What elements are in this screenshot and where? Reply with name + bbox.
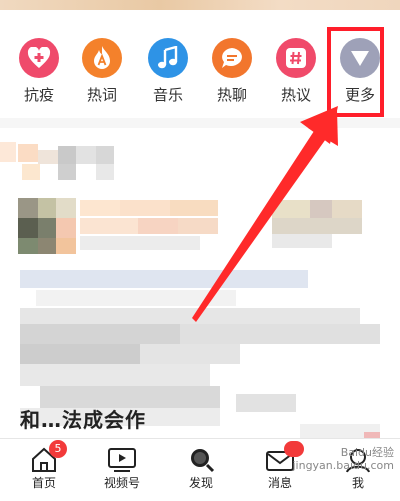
mosaic-block — [138, 218, 178, 234]
mosaic-block — [170, 200, 218, 216]
tab-label: 发现 — [188, 476, 213, 490]
mosaic-block — [332, 200, 362, 218]
hashtag-icon — [276, 38, 316, 78]
mosaic-block — [80, 218, 138, 234]
music-note-icon — [148, 38, 188, 78]
quick-entry-label: 抗疫 — [23, 86, 54, 104]
tab-discover[interactable]: 发现 — [171, 443, 231, 490]
unread-badge: 5 — [49, 440, 67, 458]
mosaic-block — [96, 146, 114, 164]
mosaic-block — [22, 164, 40, 180]
watermark-line-2: jingyan.baidu.com — [292, 459, 394, 472]
mosaic-block — [18, 238, 38, 254]
mosaic-block — [58, 164, 76, 180]
quick-entry-hotwords[interactable]: 热词 — [74, 38, 130, 104]
top-banner[interactable] — [0, 0, 400, 10]
discover-icon — [171, 443, 231, 473]
highlight-box — [327, 27, 384, 117]
quick-entry-label: 热聊 — [216, 86, 247, 104]
quick-entry-hotdebate[interactable]: 热议 — [268, 38, 324, 104]
tab-label: 视频号 — [103, 476, 140, 490]
quick-entry-antiepidemic[interactable]: 抗疫 — [11, 38, 67, 104]
mosaic-block — [38, 150, 58, 164]
chat-bubble-icon — [212, 38, 252, 78]
mosaic-block — [56, 238, 76, 254]
mosaic-block — [18, 198, 38, 218]
mosaic-block — [272, 218, 362, 234]
quick-entry-music[interactable]: 音乐 — [140, 38, 196, 104]
quick-entry-label: 音乐 — [152, 86, 183, 104]
section-divider — [0, 118, 400, 128]
mosaic-block — [80, 236, 200, 250]
mosaic-block — [38, 198, 56, 218]
tab-label: 我 — [351, 476, 364, 490]
mosaic-block — [20, 344, 140, 364]
mosaic-block — [56, 198, 76, 218]
quick-entry-hotchat[interactable]: 热聊 — [204, 38, 260, 104]
mosaic-block — [272, 234, 332, 248]
tab-video[interactable]: 视频号 — [92, 443, 152, 490]
mosaic-block — [38, 218, 56, 238]
feed-partial-text: 和…法成会作 — [20, 408, 146, 432]
quick-entry-label: 热议 — [280, 86, 311, 104]
mosaic-block — [56, 218, 76, 238]
tab-label: 消息 — [267, 476, 292, 490]
mosaic-block — [58, 146, 76, 164]
mosaic-block — [76, 146, 96, 164]
watermark-line-1: Baidu经验 — [340, 446, 394, 459]
blurred-feed[interactable] — [0, 128, 400, 438]
mosaic-block — [80, 200, 120, 216]
mosaic-block — [180, 324, 380, 344]
mosaic-block — [140, 344, 240, 364]
mosaic-block — [0, 142, 16, 162]
mosaic-block — [120, 200, 170, 216]
mosaic-block — [36, 290, 236, 306]
mosaic-block — [18, 144, 38, 162]
watermark: Baidu经验 jingyan.baidu.com — [292, 446, 394, 472]
mosaic-block — [96, 164, 114, 180]
video-icon — [92, 443, 152, 473]
mosaic-block — [310, 200, 332, 218]
mosaic-block — [20, 270, 308, 288]
mosaic-block — [236, 394, 296, 412]
tab-home[interactable]: 5 首页 — [14, 440, 74, 490]
mosaic-block — [38, 238, 56, 254]
mosaic-block — [20, 324, 180, 344]
heart-plus-icon — [19, 38, 59, 78]
mosaic-block — [18, 218, 38, 238]
mosaic-block — [178, 218, 218, 234]
flame-a-icon — [82, 38, 122, 78]
mosaic-block — [272, 200, 310, 218]
quick-entry-label: 热词 — [86, 86, 117, 104]
tab-label: 首页 — [31, 476, 56, 490]
mosaic-block — [20, 364, 210, 386]
